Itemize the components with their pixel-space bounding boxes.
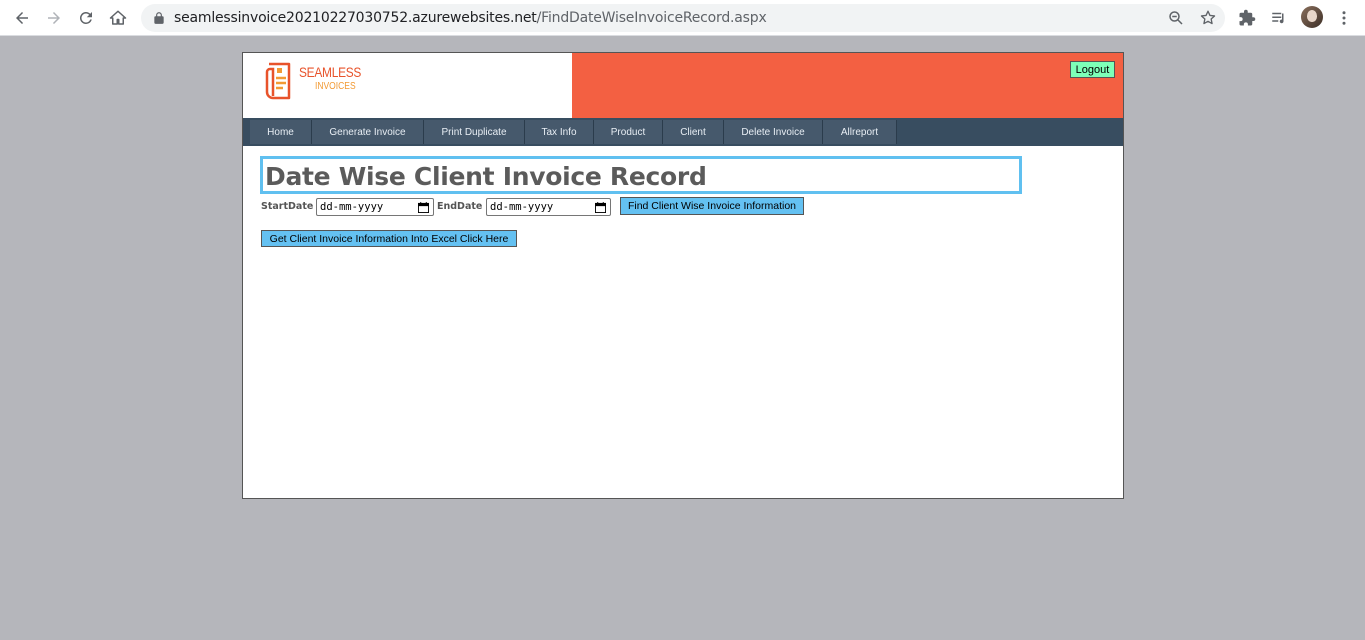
- url-path: /FindDateWiseInvoiceRecord.aspx: [536, 10, 767, 26]
- lock-icon[interactable]: [152, 11, 166, 25]
- start-date-input[interactable]: dd-mm-yyyy: [316, 198, 434, 216]
- forward-arrow-icon[interactable]: [41, 5, 67, 31]
- avatar[interactable]: [1301, 6, 1323, 28]
- title-box: Date Wise Client Invoice Record: [260, 156, 1022, 194]
- logo-text-line2: INVOICES: [315, 81, 356, 92]
- logo-text-line1: SEAMLESS: [299, 64, 362, 80]
- reload-icon[interactable]: [73, 5, 99, 31]
- page-title: Date Wise Client Invoice Record: [265, 162, 707, 191]
- back-arrow-icon[interactable]: [9, 5, 35, 31]
- end-date-label: EndDate :: [437, 201, 490, 212]
- logo[interactable]: SEAMLESS INVOICES: [243, 53, 572, 118]
- menu-item-home[interactable]: Home: [250, 120, 312, 144]
- find-invoice-button[interactable]: Find Client Wise Invoice Information: [620, 197, 804, 215]
- main-menu: Home Generate Invoice Print Duplicate Ta…: [243, 118, 1123, 146]
- end-date-value: dd-mm-yyyy: [490, 201, 554, 213]
- calendar-icon[interactable]: [595, 202, 606, 213]
- home-icon[interactable]: [105, 5, 131, 31]
- url-host: seamlessinvoice20210227030752.azurewebsi…: [174, 10, 537, 26]
- menu-item-product[interactable]: Product: [594, 120, 663, 144]
- address-bar[interactable]: seamlessinvoice20210227030752.azurewebsi…: [141, 4, 1225, 32]
- start-date-value: dd-mm-yyyy: [320, 201, 384, 213]
- star-icon[interactable]: [1199, 9, 1217, 27]
- export-excel-button[interactable]: Get Client Invoice Information Into Exce…: [261, 230, 517, 247]
- url-text: seamlessinvoice20210227030752.azurewebsi…: [174, 10, 767, 26]
- menu-item-client[interactable]: Client: [663, 120, 724, 144]
- kebab-menu-icon[interactable]: [1333, 7, 1355, 29]
- menu-item-print-duplicate[interactable]: Print Duplicate: [424, 120, 525, 144]
- start-date-label: StartDate :: [261, 201, 321, 212]
- page-container: SEAMLESS INVOICES Logout Home Generate I…: [242, 52, 1124, 499]
- browser-toolbar: seamlessinvoice20210227030752.azurewebsi…: [0, 0, 1365, 36]
- media-queue-icon[interactable]: [1268, 7, 1290, 29]
- puzzle-icon[interactable]: [1236, 7, 1258, 29]
- site-header: SEAMLESS INVOICES Logout: [243, 53, 1123, 118]
- menu-item-delete-invoice[interactable]: Delete Invoice: [724, 120, 823, 144]
- zoom-icon[interactable]: [1167, 9, 1185, 27]
- menu-item-tax-info[interactable]: Tax Info: [525, 120, 594, 144]
- invoice-logo-icon: [265, 62, 291, 100]
- menu-item-generate-invoice[interactable]: Generate Invoice: [312, 120, 424, 144]
- end-date-input[interactable]: dd-mm-yyyy: [486, 198, 611, 216]
- menu-item-allreport[interactable]: Allreport: [823, 120, 897, 144]
- header-banner: [572, 53, 1123, 118]
- logout-button[interactable]: Logout: [1070, 61, 1115, 78]
- calendar-icon[interactable]: [418, 202, 429, 213]
